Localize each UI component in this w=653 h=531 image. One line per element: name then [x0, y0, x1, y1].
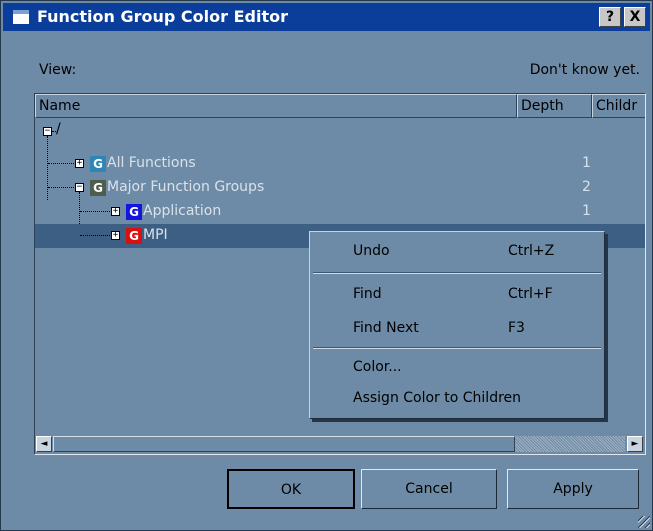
expand-icon[interactable]: +	[75, 159, 84, 168]
window-icon	[13, 10, 29, 24]
ok-button[interactable]: OK	[227, 469, 355, 509]
menu-item-undo[interactable]: Undo Ctrl+Z	[312, 235, 602, 269]
view-status: Don't know yet.	[529, 62, 640, 78]
group-color-icon: G	[126, 204, 142, 220]
tree-item-label: All Functions	[107, 155, 196, 171]
menu-item-label: Find Next	[353, 320, 419, 336]
expand-icon[interactable]: +	[111, 231, 120, 240]
tree-row[interactable]: + G Application 1	[35, 200, 645, 224]
scroll-track[interactable]	[515, 436, 625, 452]
menu-item-color[interactable]: Color...	[312, 351, 602, 385]
close-button[interactable]: X	[624, 7, 646, 27]
title-bar[interactable]: Function Group Color Editor ? X	[3, 3, 650, 31]
menu-separator	[313, 272, 601, 274]
menu-item-label: Assign Color to Children	[353, 390, 522, 406]
column-header-depth[interactable]: Depth	[517, 94, 592, 118]
menu-item-assign-color-to-children[interactable]: Assign Color to Children	[312, 382, 602, 416]
menu-item-label: Color...	[353, 359, 402, 375]
tree-connector	[80, 211, 112, 212]
menu-separator	[313, 347, 601, 349]
tree-item-label: Major Function Groups	[107, 179, 265, 195]
group-color-icon: G	[90, 180, 106, 196]
depth-value: 2	[582, 179, 591, 195]
context-menu: Undo Ctrl+Z Find Ctrl+F Find Next F3 Col…	[309, 231, 605, 419]
cancel-button[interactable]: Cancel	[361, 469, 497, 509]
menu-item-shortcut: F3	[508, 320, 525, 336]
menu-item-shortcut: Ctrl+F	[508, 286, 553, 302]
tree-connector	[80, 235, 112, 236]
scroll-left-button[interactable]: ◄	[36, 436, 52, 452]
horizontal-scrollbar[interactable]: ◄ ►	[35, 436, 645, 454]
menu-item-label: Undo	[353, 243, 390, 259]
depth-value: 1	[582, 155, 591, 171]
menu-item-shortcut: Ctrl+Z	[508, 243, 555, 259]
column-header-children[interactable]: Childr	[592, 94, 645, 118]
tree-row-root[interactable]: − /	[35, 120, 645, 144]
group-color-icon: G	[90, 156, 106, 172]
tree-root-label: /	[56, 121, 61, 137]
window-title: Function Group Color Editor	[37, 7, 288, 26]
depth-value: 1	[582, 203, 591, 219]
resize-grip[interactable]	[638, 516, 650, 528]
menu-item-find-next[interactable]: Find Next F3	[312, 312, 602, 346]
column-header: Name Depth Childr	[35, 94, 645, 118]
tree-item-label: MPI	[143, 227, 168, 243]
menu-item-find[interactable]: Find Ctrl+F	[312, 278, 602, 312]
view-label: View:	[39, 62, 77, 78]
color-editor-window: Function Group Color Editor ? X View: Do…	[0, 0, 653, 531]
column-header-name[interactable]: Name	[35, 94, 517, 118]
scroll-right-button[interactable]: ►	[627, 436, 643, 452]
menu-item-label: Find	[353, 286, 382, 302]
tree-row[interactable]: + G All Functions 1	[35, 152, 645, 176]
apply-button[interactable]: Apply	[507, 469, 639, 509]
collapse-icon[interactable]: −	[75, 183, 84, 192]
tree-item-label: Application	[143, 203, 222, 219]
group-color-icon: G	[126, 228, 142, 244]
collapse-icon[interactable]: −	[43, 127, 52, 136]
tree-row[interactable]: − G Major Function Groups 2	[35, 176, 645, 200]
expand-icon[interactable]: +	[111, 207, 120, 216]
scroll-thumb[interactable]	[53, 436, 515, 452]
help-button[interactable]: ?	[599, 7, 621, 27]
